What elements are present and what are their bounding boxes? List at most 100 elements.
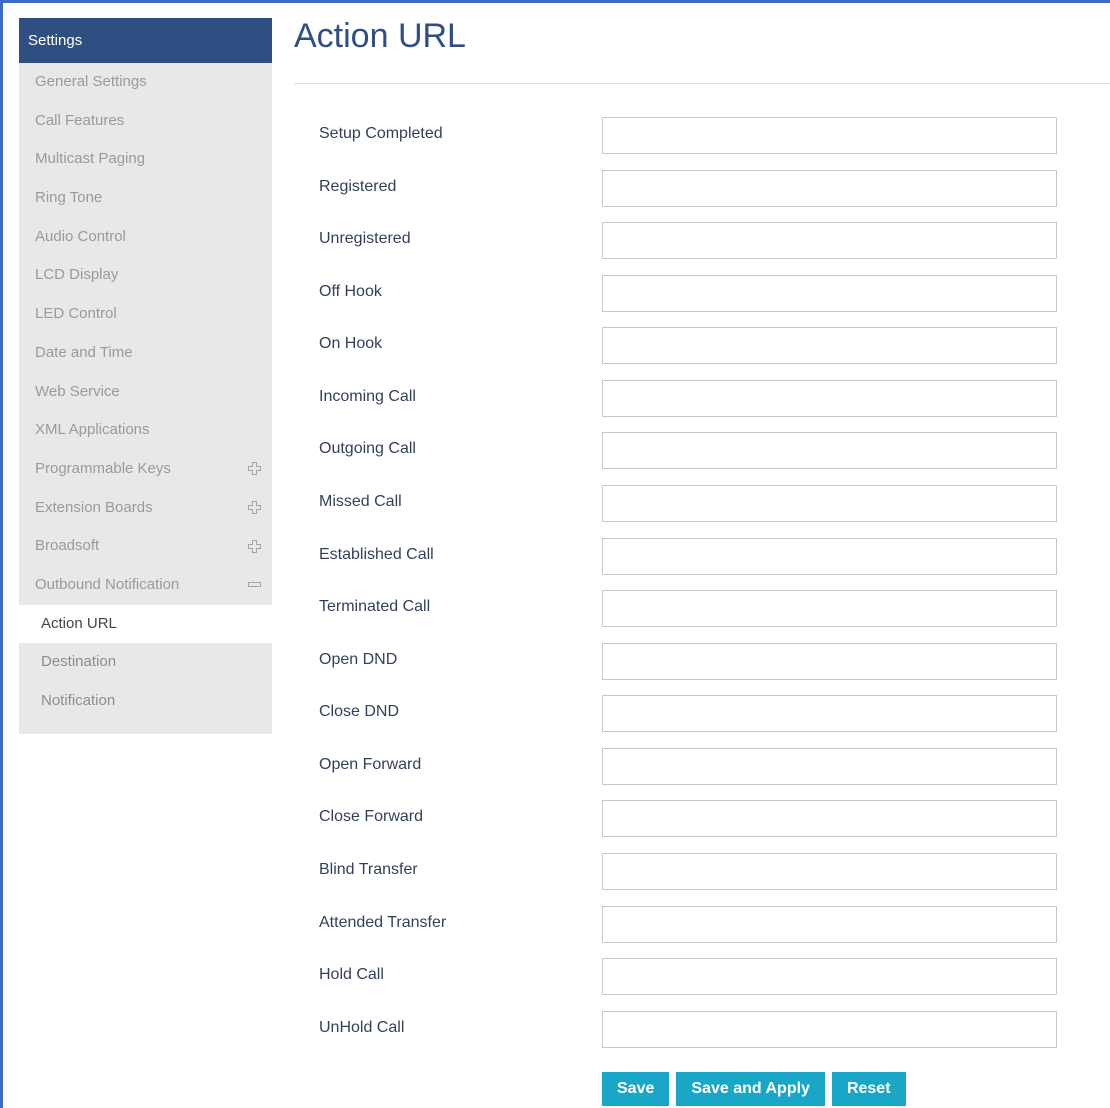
- field-label: Terminated Call: [319, 598, 431, 615]
- app-frame: Settings General Settings Call Features …: [0, 0, 1110, 1108]
- form-row-established-call: Established Call: [319, 538, 1059, 575]
- open-dnd-input[interactable]: [602, 643, 1057, 680]
- registered-input[interactable]: [602, 170, 1057, 207]
- sidebar-item-label: XML Applications: [35, 421, 150, 439]
- sidebar-item-call-features[interactable]: Call Features: [19, 102, 272, 141]
- settings-sidebar: Settings General Settings Call Features …: [19, 18, 272, 734]
- form-row-blind-transfer: Blind Transfer: [319, 853, 1059, 890]
- form-row-registered: Registered: [319, 170, 1059, 207]
- sidebar-item-programmable-keys[interactable]: Programmable Keys: [19, 450, 272, 489]
- sidebar-item-label: Ring Tone: [35, 189, 103, 207]
- field-label: Close Forward: [319, 808, 424, 825]
- reset-button[interactable]: Reset: [831, 1072, 906, 1106]
- attended-transfer-input[interactable]: [602, 906, 1057, 943]
- sidebar-subitem-label: Action URL: [41, 614, 117, 632]
- save-button[interactable]: Save: [602, 1072, 670, 1106]
- plus-icon[interactable]: [246, 489, 262, 527]
- sidebar-header[interactable]: Settings: [19, 18, 272, 63]
- field-label: Incoming Call: [319, 388, 416, 405]
- setup-completed-input[interactable]: [602, 117, 1057, 154]
- page-title: Action URL: [294, 17, 466, 55]
- save-and-apply-button[interactable]: Save and Apply: [676, 1072, 825, 1106]
- minus-icon[interactable]: [246, 566, 262, 604]
- field-label: On Hook: [319, 335, 383, 352]
- form-row-attended-transfer: Attended Transfer: [319, 906, 1059, 943]
- form-row-close-forward: Close Forward: [319, 800, 1059, 837]
- blind-transfer-input[interactable]: [602, 853, 1057, 890]
- field-label: Attended Transfer: [319, 914, 447, 931]
- plus-icon[interactable]: [246, 527, 262, 565]
- outgoing-call-input[interactable]: [602, 432, 1057, 469]
- title-divider: [294, 83, 1110, 84]
- form-row-open-dnd: Open DND: [319, 643, 1059, 680]
- sidebar-item-outbound-notification[interactable]: Outbound Notification: [19, 566, 272, 605]
- sidebar-item-lcd-display[interactable]: LCD Display: [19, 256, 272, 295]
- form-actions: Save Save and Apply Reset: [602, 1072, 906, 1106]
- field-label: Setup Completed: [319, 125, 443, 142]
- sidebar-item-led-control[interactable]: LED Control: [19, 295, 272, 334]
- field-label: Missed Call: [319, 493, 402, 510]
- sidebar-item-label: Outbound Notification: [35, 575, 180, 593]
- close-forward-input[interactable]: [602, 800, 1057, 837]
- sidebar-item-web-service[interactable]: Web Service: [19, 373, 272, 412]
- sidebar-item-label: Extension Boards: [35, 498, 153, 516]
- sidebar-item-multicast-paging[interactable]: Multicast Paging: [19, 140, 272, 179]
- unregistered-input[interactable]: [602, 222, 1057, 259]
- sidebar-item-label: Audio Control: [35, 227, 126, 245]
- close-dnd-input[interactable]: [602, 695, 1057, 732]
- form-row-unregistered: Unregistered: [319, 222, 1059, 259]
- field-label: Blind Transfer: [319, 861, 418, 878]
- field-label: Close DND: [319, 703, 400, 720]
- sidebar-item-label: Date and Time: [35, 343, 133, 361]
- sidebar-item-ring-tone[interactable]: Ring Tone: [19, 179, 272, 218]
- sidebar-subitem-notification[interactable]: Notification: [19, 682, 272, 721]
- sidebar-item-label: Call Features: [35, 111, 125, 129]
- form-row-terminated-call: Terminated Call: [319, 590, 1059, 627]
- unhold-call-input[interactable]: [602, 1011, 1057, 1048]
- missed-call-input[interactable]: [602, 485, 1057, 522]
- sidebar-subitem-label: Destination: [41, 653, 117, 671]
- form-row-off-hook: Off Hook: [319, 275, 1059, 312]
- form-row-hold-call: Hold Call: [319, 958, 1059, 995]
- form-row-incoming-call: Incoming Call: [319, 380, 1059, 417]
- plus-icon[interactable]: [246, 450, 262, 488]
- field-label: Open Forward: [319, 756, 422, 773]
- field-label: Hold Call: [319, 966, 384, 983]
- sidebar-item-label: LCD Display: [35, 266, 119, 284]
- sidebar-item-label: General Settings: [35, 73, 147, 90]
- sidebar-subitem-label: Notification: [41, 692, 116, 709]
- field-label: Open DND: [319, 651, 398, 668]
- sidebar-item-label: Programmable Keys: [35, 459, 171, 477]
- sidebar-menu: General Settings Call Features Multicast…: [19, 63, 272, 734]
- sidebar-item-label: Multicast Paging: [35, 150, 146, 168]
- sidebar-item-audio-control[interactable]: Audio Control: [19, 218, 272, 257]
- off-hook-input[interactable]: [602, 275, 1057, 312]
- form-row-close-dnd: Close DND: [319, 695, 1059, 732]
- hold-call-input[interactable]: [602, 958, 1057, 995]
- field-label: Outgoing Call: [319, 440, 416, 457]
- sidebar-item-xml-applications[interactable]: XML Applications: [19, 411, 272, 450]
- field-label: Off Hook: [319, 283, 382, 300]
- sidebar-subitem-destination[interactable]: Destination: [19, 643, 272, 682]
- field-label: UnHold Call: [319, 1019, 405, 1036]
- on-hook-input[interactable]: [602, 327, 1057, 364]
- sidebar-item-label: Web Service: [35, 382, 120, 400]
- form-row-open-forward: Open Forward: [319, 748, 1059, 785]
- form-row-on-hook: On Hook: [319, 327, 1059, 364]
- field-label: Registered: [319, 178, 397, 195]
- terminated-call-input[interactable]: [602, 590, 1057, 627]
- sidebar-subitem-action-url[interactable]: Action URL: [19, 604, 272, 644]
- field-label: Established Call: [319, 546, 434, 563]
- established-call-input[interactable]: [602, 538, 1057, 575]
- sidebar-item-date-and-time[interactable]: Date and Time: [19, 334, 272, 373]
- form-row-outgoing-call: Outgoing Call: [319, 432, 1059, 469]
- sidebar-item-extension-boards[interactable]: Extension Boards: [19, 489, 272, 528]
- sidebar-item-broadsoft[interactable]: Broadsoft: [19, 527, 272, 566]
- form-row-unhold-call: UnHold Call: [319, 1011, 1059, 1048]
- sidebar-item-general-settings[interactable]: General Settings: [19, 63, 272, 102]
- form-row-setup-completed: Setup Completed: [319, 117, 1059, 154]
- incoming-call-input[interactable]: [602, 380, 1057, 417]
- open-forward-input[interactable]: [602, 748, 1057, 785]
- field-label: Unregistered: [319, 230, 411, 247]
- form-row-missed-call: Missed Call: [319, 485, 1059, 522]
